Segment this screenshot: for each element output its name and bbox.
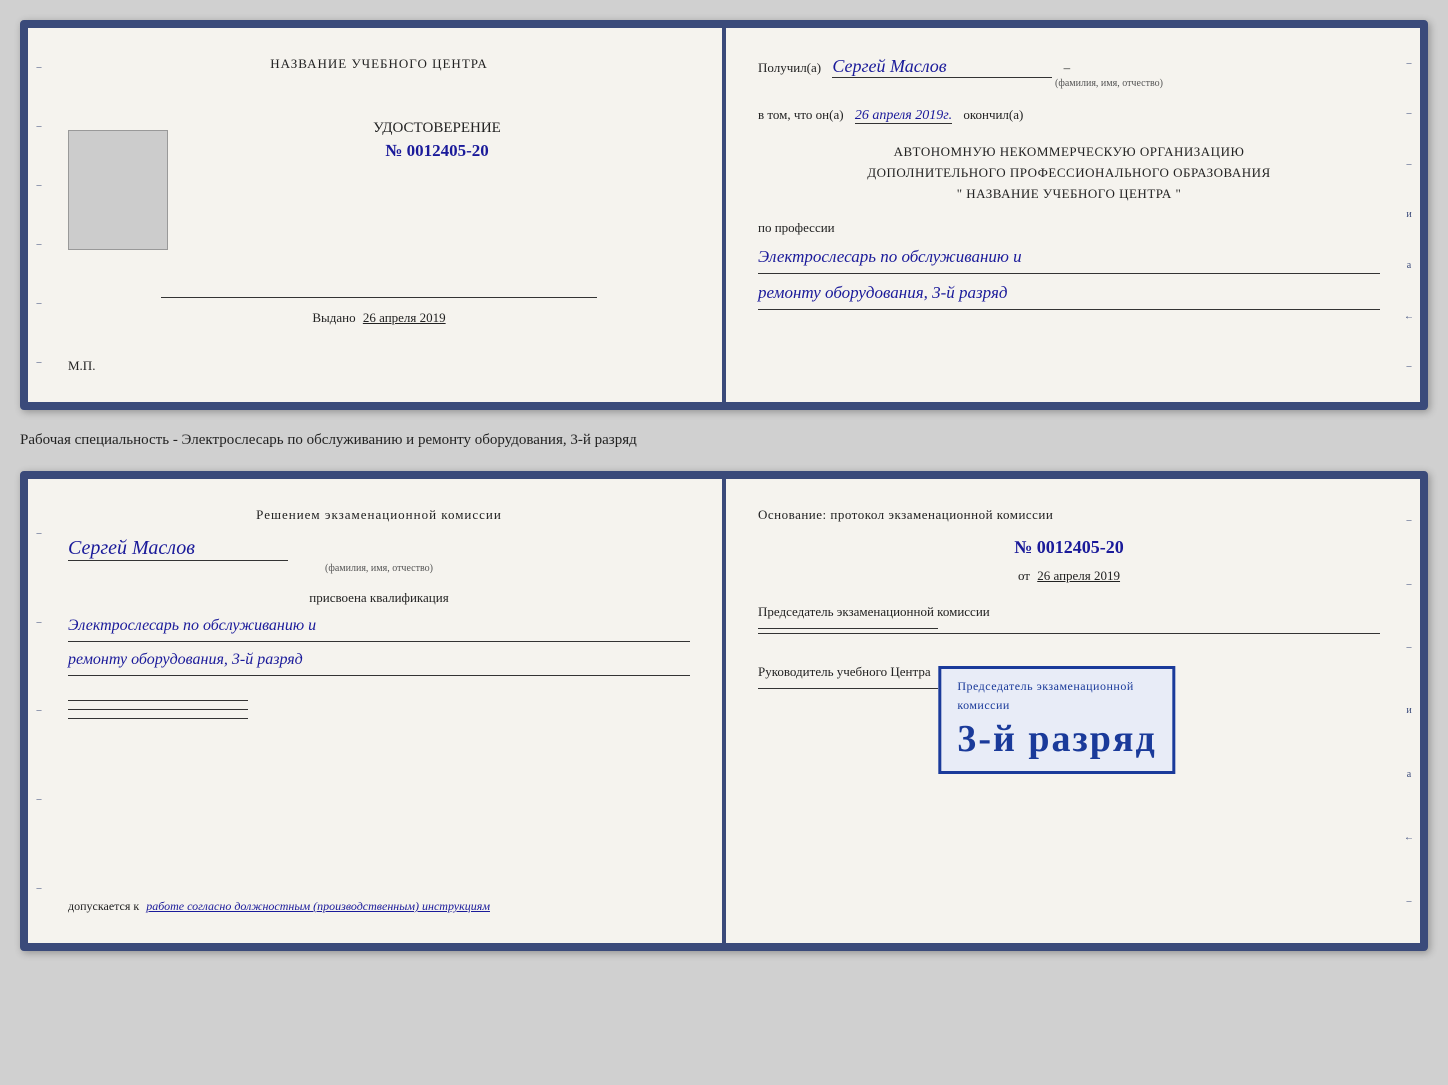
stamp-line2: комиссии xyxy=(957,698,1156,713)
predsedatel-label: Председатель экзаменационной комиссии xyxy=(758,604,1380,634)
profession-line1: Электрослесарь по обслуживанию и xyxy=(758,242,1380,274)
commission-title: Решением экзаменационной комиссии xyxy=(68,507,690,523)
dopusk-text: работе согласно должностным (производств… xyxy=(146,899,490,913)
page-wrapper: – – – – – – НАЗВАНИЕ УЧЕБНОГО ЦЕНТРА УДО… xyxy=(20,20,1428,951)
right-decoration: – – – и а ← – xyxy=(1400,28,1418,402)
commission-name-block: Сергей Маслов (фамилия, имя, отчество) xyxy=(68,537,690,574)
profession-line2: ремонту оборудования, 3-й разряд xyxy=(758,278,1380,310)
bottom-certificate: – – – – – Решением экзаменационной комис… xyxy=(20,471,1428,951)
doc2-right-panel: Основание: протокол экзаменационной коми… xyxy=(722,479,1420,943)
dopuskaetsya-line: допускается к работе согласно должностны… xyxy=(68,897,690,915)
stamp-line1: Председатель экзаменационной xyxy=(957,679,1156,694)
commission-name: Сергей Маслов xyxy=(68,537,288,561)
doc2-left-panel: Решением экзаменационной комиссии Сергей… xyxy=(28,479,722,943)
stamp-main-text: 3-й разряд xyxy=(957,717,1156,761)
doc1-left-panel: НАЗВАНИЕ УЧЕБНОГО ЦЕНТРА УДОСТОВЕРЕНИЕ №… xyxy=(28,28,722,402)
doc1-right-panel: Получил(а) Сергей Маслов – (фамилия, имя… xyxy=(722,28,1420,402)
vydano-line: Выдано 26 апреля 2019 xyxy=(68,310,690,326)
recipient-name: Сергей Маслов xyxy=(832,56,1052,78)
mp-label: М.П. xyxy=(68,358,95,374)
prisvoena-label: присвоена квалификация xyxy=(68,590,690,606)
stamp: Председатель экзаменационной комиссии 3-… xyxy=(938,666,1175,774)
bottom-left-decoration: – – – – – xyxy=(30,479,48,943)
ot-date-line: от 26 апреля 2019 xyxy=(758,568,1380,584)
qual-line2: ремонту оборудования, 3-й разряд xyxy=(68,646,690,676)
vtom-line: в том, что он(а) 26 апреля 2019г. окончи… xyxy=(758,107,1380,124)
doc1-school-name: НАЗВАНИЕ УЧЕБНОГО ЦЕНТРА xyxy=(68,56,690,72)
bottom-right-decoration: – – – и а ← – xyxy=(1400,479,1418,943)
top-certificate: – – – – – – НАЗВАНИЕ УЧЕБНОГО ЦЕНТРА УДО… xyxy=(20,20,1428,410)
between-label: Рабочая специальность - Электрослесарь п… xyxy=(20,428,1428,453)
osnovanie-label: Основание: протокол экзаменационной коми… xyxy=(758,507,1380,523)
udost-title: УДОСТОВЕРЕНИЕ xyxy=(184,120,690,137)
org-block: АВТОНОМНУЮ НЕКОММЕРЧЕСКУЮ ОРГАНИЗАЦИЮ ДО… xyxy=(758,142,1380,204)
udost-number: № 0012405-20 xyxy=(184,141,690,161)
protocol-number: № 0012405-20 xyxy=(758,537,1380,558)
received-line: Получил(а) Сергей Маслов – (фамилия, имя… xyxy=(758,56,1380,89)
profession-label: по профессии xyxy=(758,220,1380,236)
qual-line1: Электрослесарь по обслуживанию и xyxy=(68,612,690,642)
photo-placeholder xyxy=(68,130,168,250)
